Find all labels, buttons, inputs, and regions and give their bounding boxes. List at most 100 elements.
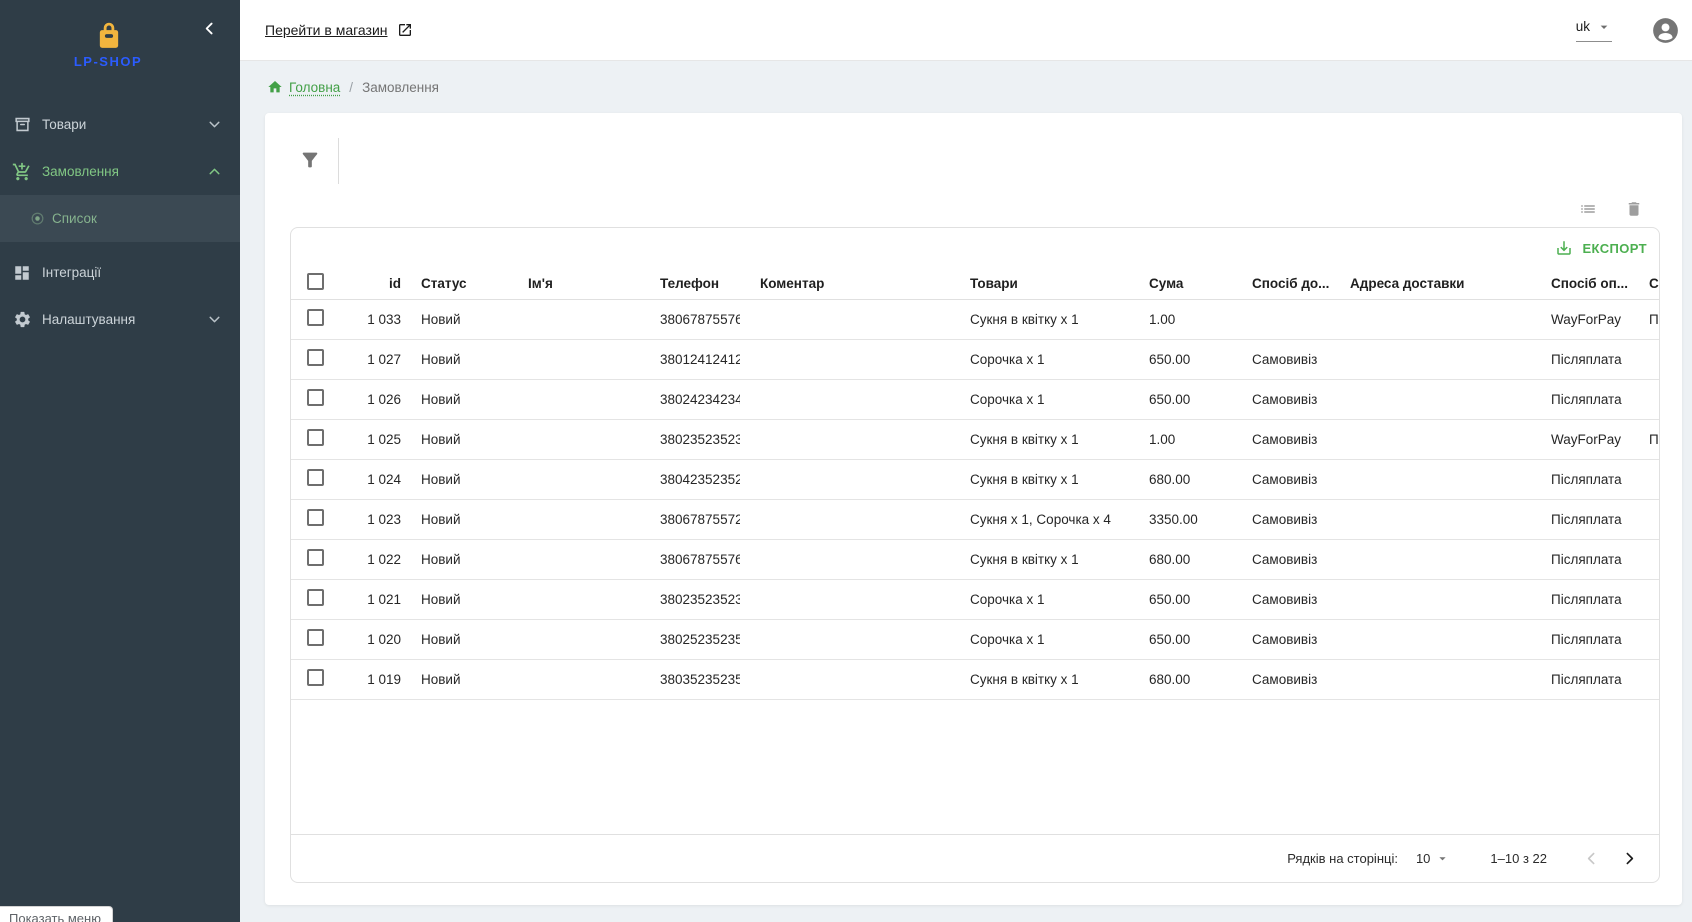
list-view-icon[interactable] xyxy=(1579,200,1597,218)
row-checkbox[interactable] xyxy=(307,509,324,526)
cell-address xyxy=(1330,339,1531,379)
open-in-new-icon xyxy=(397,22,413,38)
orders-page-card: ЕКСПОРТ id Статус Ім'я Телефон xyxy=(265,113,1682,905)
sidebar-item-integrations[interactable]: Інтеграції xyxy=(0,249,240,296)
column-header-delivery[interactable]: Спосіб до... xyxy=(1232,268,1330,299)
language-selector[interactable]: uk xyxy=(1576,19,1612,42)
cell-phone: 380252352352 xyxy=(640,619,740,659)
select-all-checkbox-cell xyxy=(291,268,341,299)
divider xyxy=(338,138,339,184)
table-row[interactable]: 1 024Новий380423523523Сукня в квітку x 1… xyxy=(291,459,1659,499)
table-row[interactable]: 1 033Новий380678755765Сукня в квітку x 1… xyxy=(291,299,1659,339)
row-checkbox[interactable] xyxy=(307,389,324,406)
previous-page-button[interactable] xyxy=(1579,847,1603,871)
cell-delivery: Самовивіз xyxy=(1232,339,1330,379)
cell-sum: 680.00 xyxy=(1129,459,1232,499)
breadcrumb-home-link[interactable]: Головна xyxy=(267,79,340,95)
cell-status: Новий xyxy=(401,499,508,539)
row-checkbox[interactable] xyxy=(307,309,324,326)
row-checkbox[interactable] xyxy=(307,629,324,646)
chevron-down-icon xyxy=(1435,851,1450,866)
cell-comment xyxy=(740,379,950,419)
cell-status: Новий xyxy=(401,619,508,659)
rows-per-page-label: Рядків на сторінці: xyxy=(1287,851,1398,866)
sidebar-item-orders-list[interactable]: Список xyxy=(0,195,240,242)
sidebar-item-products[interactable]: Товари xyxy=(0,101,240,148)
table-row[interactable]: 1 027Новий380124124124Сорочка x 1650.00С… xyxy=(291,339,1659,379)
cell-comment xyxy=(740,579,950,619)
table-row[interactable]: 1 023Новий380678755722Сукня x 1, Сорочка… xyxy=(291,499,1659,539)
cell-sum: 650.00 xyxy=(1129,579,1232,619)
orders-table: id Статус Ім'я Телефон Коментар Товари С… xyxy=(291,268,1659,700)
column-header-id[interactable]: id xyxy=(341,268,401,299)
box-icon xyxy=(10,113,34,137)
chevron-down-icon xyxy=(206,311,224,328)
cell-name xyxy=(508,379,640,419)
chevron-down-icon xyxy=(1596,19,1612,35)
cell-payment: Післяплата xyxy=(1531,459,1629,499)
table-row[interactable]: 1 022Новий380678755765Сукня в квітку x 1… xyxy=(291,539,1659,579)
cell-products: Сукня в квітку x 1 xyxy=(950,539,1129,579)
sidebar-nav: ТовариЗамовленняСписок ІнтеграціїНалаштув… xyxy=(0,101,240,343)
cell-payment: Післяплата xyxy=(1531,539,1629,579)
select-all-checkbox[interactable] xyxy=(307,273,324,290)
row-checkbox-cell xyxy=(291,379,341,419)
column-header-name[interactable]: Ім'я xyxy=(508,268,640,299)
column-header-comment[interactable]: Коментар xyxy=(740,268,950,299)
trash-icon[interactable] xyxy=(1625,200,1643,218)
go-to-store-link[interactable]: Перейти в магазин xyxy=(265,22,413,38)
column-header-address[interactable]: Адреса доставки xyxy=(1330,268,1531,299)
cell-comment xyxy=(740,499,950,539)
cell-name xyxy=(508,419,640,459)
cell-id: 1 023 xyxy=(341,499,401,539)
filter-icon[interactable] xyxy=(299,149,321,171)
export-button[interactable]: ЕКСПОРТ xyxy=(1555,239,1647,257)
next-page-button[interactable] xyxy=(1617,847,1641,871)
row-checkbox-cell xyxy=(291,579,341,619)
table-row[interactable]: 1 021Новий380235235235Сорочка x 1650.00С… xyxy=(291,579,1659,619)
cell-pay_status xyxy=(1629,619,1659,659)
cell-address xyxy=(1330,419,1531,459)
chevron-down-icon xyxy=(206,116,224,133)
column-header-products[interactable]: Товари xyxy=(950,268,1129,299)
sidebar-collapse-icon[interactable] xyxy=(201,20,218,37)
row-checkbox[interactable] xyxy=(307,669,324,686)
table-row[interactable]: 1 025Новий380235235235Сукня в квітку x 1… xyxy=(291,419,1659,459)
row-checkbox[interactable] xyxy=(307,349,324,366)
chevron-up-icon xyxy=(206,163,224,180)
column-header-sum[interactable]: Сума xyxy=(1129,268,1232,299)
cell-sum: 680.00 xyxy=(1129,659,1232,699)
row-checkbox-cell xyxy=(291,459,341,499)
rows-per-page-select[interactable]: 10 xyxy=(1416,851,1450,866)
cell-address xyxy=(1330,379,1531,419)
cell-status: Новий xyxy=(401,339,508,379)
row-checkbox[interactable] xyxy=(307,549,324,566)
row-checkbox[interactable] xyxy=(307,469,324,486)
column-header-phone[interactable]: Телефон xyxy=(640,268,740,299)
sidebar-item-settings[interactable]: Налаштування xyxy=(0,296,240,343)
cell-products: Сорочка x 1 xyxy=(950,339,1129,379)
column-header-payment[interactable]: Спосіб оп... xyxy=(1531,268,1629,299)
sidebar-item-orders[interactable]: Замовлення xyxy=(0,148,240,195)
cell-address xyxy=(1330,499,1531,539)
cell-pay_status: Пі xyxy=(1629,419,1659,459)
cell-id: 1 021 xyxy=(341,579,401,619)
cell-name xyxy=(508,499,640,539)
cell-sum: 680.00 xyxy=(1129,539,1232,579)
cell-name xyxy=(508,619,640,659)
cell-id: 1 020 xyxy=(341,619,401,659)
row-checkbox[interactable] xyxy=(307,429,324,446)
user-avatar-icon[interactable] xyxy=(1652,17,1679,44)
row-checkbox-cell xyxy=(291,419,341,459)
cell-payment: Післяплата xyxy=(1531,659,1629,699)
cell-payment: Післяплата xyxy=(1531,339,1629,379)
table-row[interactable]: 1 019Новий380352352353Сукня в квітку x 1… xyxy=(291,659,1659,699)
table-row[interactable]: 1 026Новий380242342342Сорочка x 1650.00С… xyxy=(291,379,1659,419)
row-checkbox[interactable] xyxy=(307,589,324,606)
column-header-status[interactable]: Статус xyxy=(401,268,508,299)
cell-payment: Післяплата xyxy=(1531,379,1629,419)
column-header-payment-status[interactable]: Ст xyxy=(1629,268,1659,299)
cell-status: Новий xyxy=(401,459,508,499)
table-row[interactable]: 1 020Новий380252352352Сорочка x 1650.00С… xyxy=(291,619,1659,659)
cell-id: 1 026 xyxy=(341,379,401,419)
